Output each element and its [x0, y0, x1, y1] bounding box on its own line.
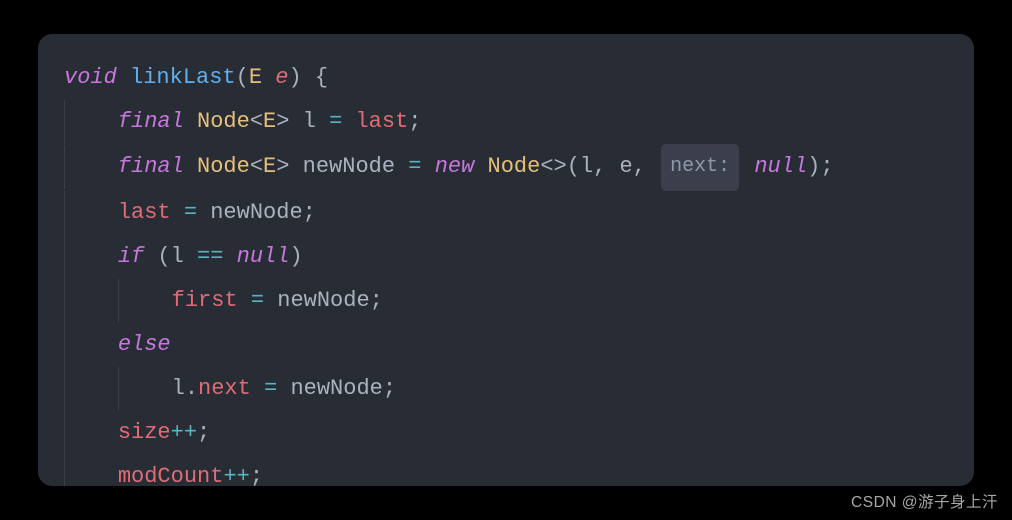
field-modcount: modCount — [118, 464, 224, 486]
op-plusplus: ++ — [223, 464, 249, 486]
field-last: last — [355, 109, 408, 134]
code-line-5: if (l == null) — [64, 235, 948, 279]
code-line-1: void linkLast(E e) { — [64, 56, 948, 100]
type-E: E — [249, 65, 262, 90]
type-E: E — [263, 154, 276, 179]
var-newnode: newNode — [290, 376, 382, 401]
keyword-null: null — [754, 154, 807, 179]
type-node: Node — [197, 154, 250, 179]
code-line-2: final Node<E> l = last; — [64, 100, 948, 144]
var-l: l — [303, 109, 316, 134]
op-assign: = — [264, 376, 277, 401]
code-line-8: l.next = newNode; — [64, 367, 948, 411]
watermark-text: CSDN @游子身上汗 — [851, 490, 998, 512]
function-name: linkLast — [130, 65, 236, 90]
type-E: E — [263, 109, 276, 134]
code-line-7: else — [64, 323, 948, 367]
op-assign: = — [251, 288, 264, 313]
type-node-ctor: Node — [488, 154, 541, 179]
code-line-3: final Node<E> newNode = new Node<>(l, e,… — [64, 144, 948, 191]
var-newnode: newNode — [277, 288, 369, 313]
field-first: first — [172, 288, 238, 313]
var-newnode: newNode — [210, 200, 302, 225]
var-l: l — [172, 376, 185, 401]
keyword-new: new — [435, 154, 475, 179]
code-line-4: last = newNode; — [64, 191, 948, 235]
keyword-void: void — [64, 65, 117, 90]
op-eqeq: == — [197, 244, 223, 269]
code-line-9: size++; — [64, 411, 948, 455]
keyword-else: else — [118, 332, 171, 357]
keyword-final: final — [118, 154, 184, 179]
parameter-hint: next: — [661, 144, 739, 191]
code-block: void linkLast(E e) { final Node<E> l = l… — [38, 34, 974, 486]
field-last: last — [118, 200, 171, 225]
code-line-6: first = newNode; — [64, 279, 948, 323]
var-newnode: newNode — [303, 154, 395, 179]
arg-e: e — [620, 154, 633, 179]
op-assign: = — [329, 109, 342, 134]
op-assign: = — [408, 154, 421, 179]
arg-l: l — [580, 154, 593, 179]
op-plusplus: ++ — [171, 420, 197, 445]
op-assign: = — [184, 200, 197, 225]
keyword-if: if — [118, 244, 144, 269]
prop-next: next — [198, 376, 251, 401]
field-size: size — [118, 420, 171, 445]
var-l: l — [171, 244, 184, 269]
keyword-null: null — [237, 244, 290, 269]
code-line-10: modCount++; — [64, 455, 948, 486]
keyword-final: final — [118, 109, 184, 134]
type-node: Node — [197, 109, 250, 134]
param-e: e — [275, 65, 288, 90]
